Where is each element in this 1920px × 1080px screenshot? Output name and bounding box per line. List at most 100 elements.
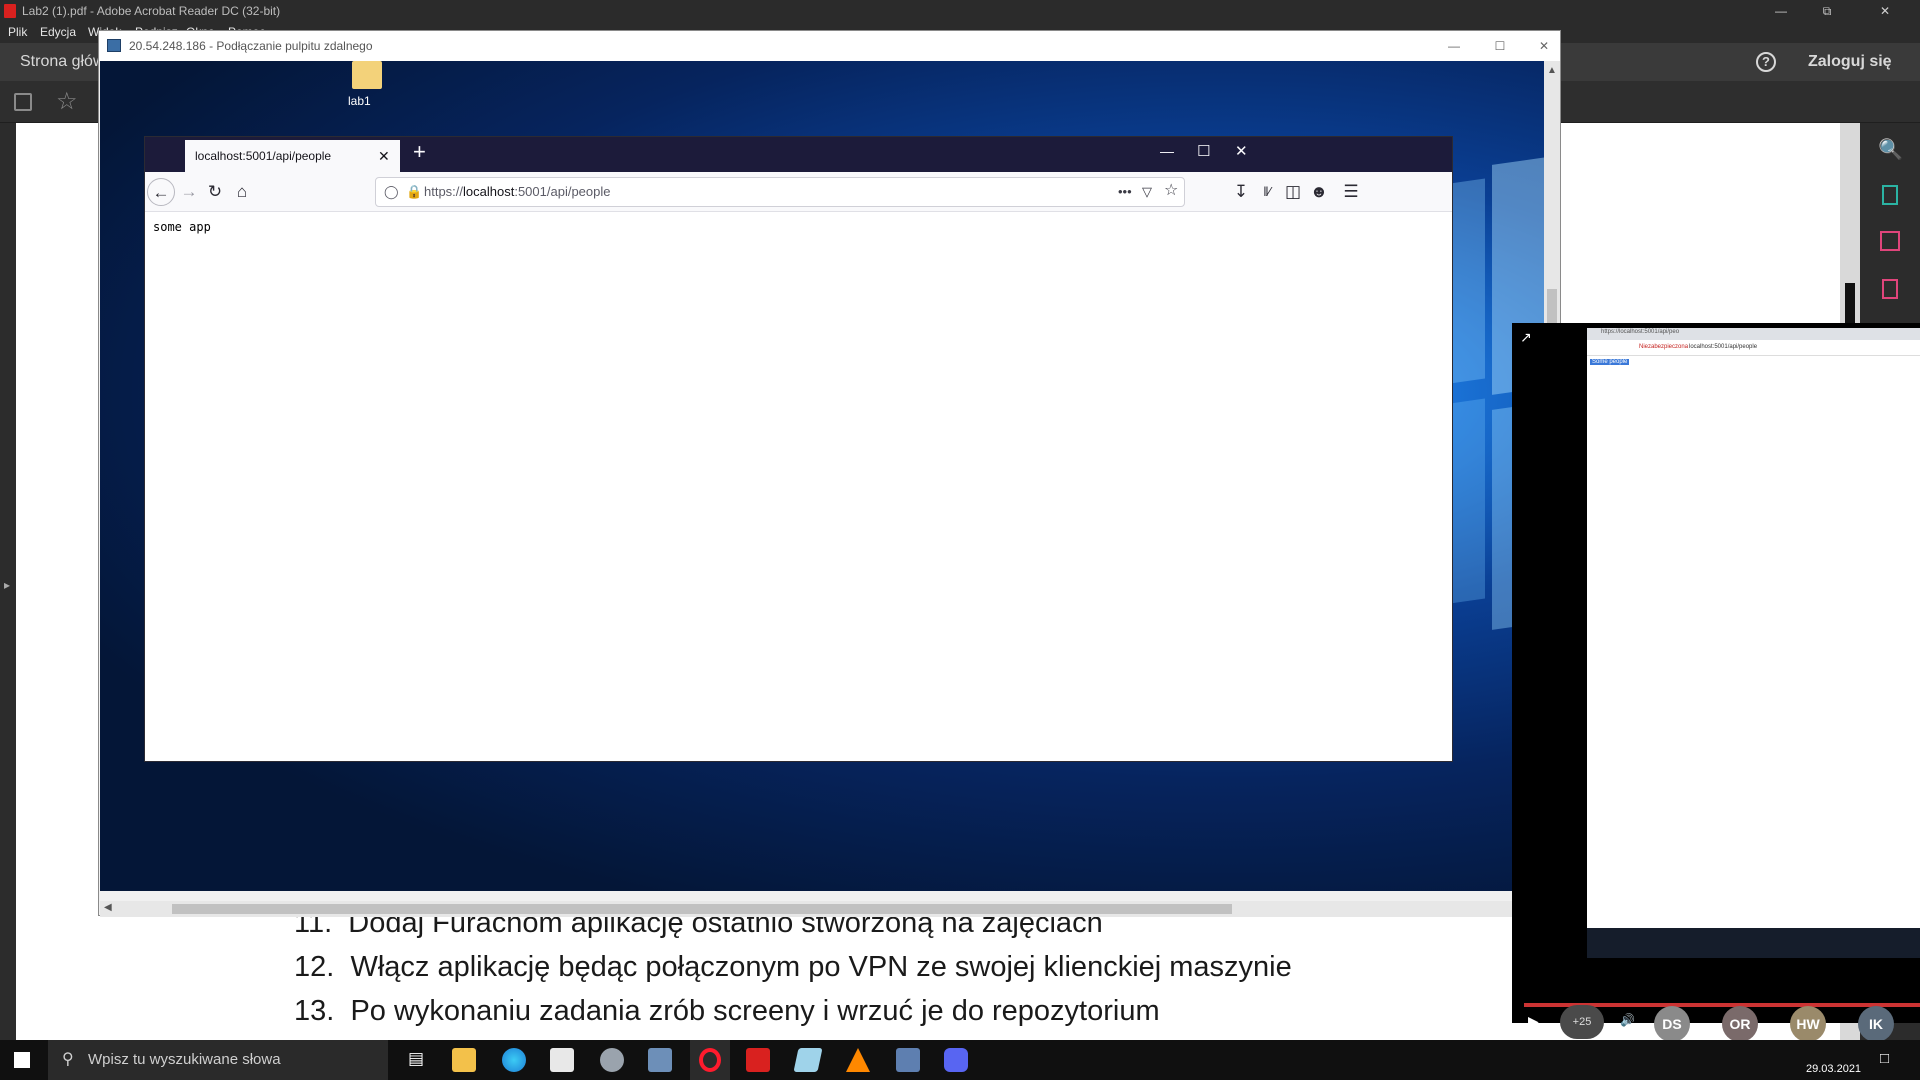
windows-logo-pane xyxy=(1450,178,1485,384)
more-actions-icon[interactable]: ••• xyxy=(1118,178,1132,206)
rdp-hscroll-thumb[interactable] xyxy=(172,904,1232,914)
rdp-title: 20.54.248.186 - Podłączanie pulpitu zdal… xyxy=(129,39,373,53)
folder-icon[interactable] xyxy=(352,61,382,89)
task-view-icon[interactable]: ▤ xyxy=(408,1049,424,1069)
play-icon[interactable]: ▶ xyxy=(1528,1013,1539,1030)
back-icon[interactable]: ← xyxy=(147,178,175,206)
reload-icon[interactable]: ↻ xyxy=(201,178,229,206)
more-participants[interactable]: +25 xyxy=(1560,1005,1604,1039)
windows-taskbar: ⚲ Wpisz tu wyszukiwane słowa ▤ 29.03.202… xyxy=(0,1040,1920,1080)
firefox-window: localhost:5001/api/people ✕ + — ☐ ✕ ← → … xyxy=(145,137,1452,761)
pdf-list-item-13: 13. Po wykonaniu zadania zrób screeny i … xyxy=(294,995,1160,1027)
ff-maximize-icon[interactable]: ☐ xyxy=(1197,142,1210,160)
menu-item-edit[interactable]: Edycja xyxy=(40,22,76,43)
lock-warning-icon[interactable]: 🔒 xyxy=(406,178,422,206)
search-box[interactable]: ⚲ Wpisz tu wyszukiwane słowa xyxy=(48,1040,388,1080)
mini-selected-text: Some people xyxy=(1590,359,1630,365)
shield-app-icon[interactable] xyxy=(600,1048,624,1072)
remote-desktop: lab1 localhost:5001/api/people ✕ + — ☐ ✕… xyxy=(100,61,1544,891)
firefox-tab-bar: localhost:5001/api/people ✕ + — ☐ ✕ xyxy=(145,137,1452,172)
vlc-icon[interactable] xyxy=(846,1048,870,1072)
left-panel-toggle[interactable]: ▸ xyxy=(0,123,16,1040)
avatar[interactable]: HW xyxy=(1790,1006,1826,1042)
firefox-navbar: ← → ↻ ⌂ ◯ 🔒 https://localhost:5001/api/p… xyxy=(145,172,1452,212)
notifications-icon[interactable]: □ xyxy=(1880,1050,1889,1067)
opera-taskbar-item[interactable] xyxy=(690,1040,730,1080)
rdp-horizontal-scrollbar[interactable]: ◀ xyxy=(100,901,1544,917)
url-bar[interactable]: ◯ 🔒 https://localhost:5001/api/people ••… xyxy=(375,177,1185,207)
save-icon[interactable] xyxy=(14,93,32,111)
scroll-up-icon[interactable]: ▲ xyxy=(1547,65,1557,76)
help-icon[interactable]: ? xyxy=(1756,52,1776,72)
notepad-app-icon[interactable] xyxy=(793,1048,823,1072)
windows-logo-pane xyxy=(1450,398,1485,604)
bookmark-star-icon[interactable]: ☆ xyxy=(1164,177,1178,205)
browser-tab[interactable]: localhost:5001/api/people ✕ xyxy=(185,140,400,172)
avatar[interactable]: OR xyxy=(1722,1006,1758,1042)
mini-url-bar: Niezabezpieczona localhost:5001/api/peop… xyxy=(1587,340,1920,356)
shield-icon[interactable]: ◯ xyxy=(384,178,399,206)
response-text: some app xyxy=(153,220,211,234)
mini-tab-bar: https://localhost:5001/api/peo xyxy=(1587,328,1920,340)
store-icon[interactable] xyxy=(550,1048,574,1072)
rdp-maximize-icon[interactable]: ☐ xyxy=(1485,31,1515,61)
avatar[interactable]: DS xyxy=(1654,1006,1690,1042)
acrobat-title: Lab2 (1).pdf - Adobe Acrobat Reader DC (… xyxy=(22,4,281,18)
volume-icon[interactable]: 🔊 xyxy=(1620,1013,1635,1027)
rdp-app-icon xyxy=(107,39,121,52)
file-explorer-icon[interactable] xyxy=(452,1048,476,1072)
remote-desktop-icon[interactable] xyxy=(648,1048,672,1072)
desktop-icon-label[interactable]: lab1 xyxy=(348,94,371,108)
mini-url: localhost:5001/api/people xyxy=(1689,344,1758,350)
rdp-title-bar: 20.54.248.186 - Podłączanie pulpitu zdal… xyxy=(99,31,1560,61)
pocket-icon[interactable]: ▽ xyxy=(1142,178,1152,206)
tab-home[interactable]: Strona głów xyxy=(20,43,105,81)
acrobat-title-bar: Lab2 (1).pdf - Adobe Acrobat Reader DC (… xyxy=(0,0,1920,22)
sidebar-icon[interactable]: ◫ xyxy=(1279,178,1307,206)
mini-tab-title: https://localhost:5001/api/peo xyxy=(1601,329,1680,335)
avatar[interactable]: IK xyxy=(1858,1006,1894,1042)
menu-item-file[interactable]: Plik xyxy=(8,22,27,43)
library-icon[interactable]: ‖⁄ xyxy=(1253,178,1281,206)
ff-close-icon[interactable]: ✕ xyxy=(1235,142,1248,160)
rdp-taskbar-icon[interactable] xyxy=(896,1048,920,1072)
downloads-icon[interactable]: ↧ xyxy=(1227,178,1255,206)
remote-desktop-window: 20.54.248.186 - Podłączanie pulpitu zdal… xyxy=(98,30,1561,917)
restore-icon[interactable]: ⧉ xyxy=(1804,0,1850,22)
shared-screen: https://localhost:5001/api/peo Niezabezp… xyxy=(1587,328,1920,958)
close-icon[interactable]: ✕ xyxy=(1850,0,1920,22)
rdp-close-icon[interactable]: ✕ xyxy=(1529,31,1559,61)
sign-in-button[interactable]: Zaloguj się xyxy=(1808,43,1892,81)
minimize-icon[interactable]: — xyxy=(1758,0,1804,22)
pdf-app-icon xyxy=(4,4,16,18)
meeting-overlay: ↗ https://localhost:5001/api/peo Niezabe… xyxy=(1512,323,1920,1042)
export-pdf-icon[interactable] xyxy=(1882,185,1898,205)
discord-icon[interactable] xyxy=(944,1048,968,1072)
new-tab-icon[interactable]: + xyxy=(413,139,426,165)
url-text[interactable]: https://localhost:5001/api/people xyxy=(424,178,611,206)
home-icon[interactable]: ⌂ xyxy=(228,178,256,206)
organize-pages-icon[interactable] xyxy=(1880,231,1900,251)
rdp-minimize-icon[interactable]: — xyxy=(1439,31,1469,61)
pop-out-icon[interactable]: ↗ xyxy=(1520,329,1532,346)
tab-close-icon[interactable]: ✕ xyxy=(378,140,390,172)
forward-icon[interactable]: → xyxy=(175,178,203,206)
acrobat-icon[interactable] xyxy=(746,1048,770,1072)
page-content: some app xyxy=(145,212,1452,761)
expand-arrow-icon[interactable]: ▸ xyxy=(4,578,10,592)
ff-minimize-icon[interactable]: — xyxy=(1160,143,1174,159)
zoom-icon[interactable]: 🔍 xyxy=(1878,137,1903,162)
clock-date[interactable]: 29.03.2021 xyxy=(1806,1063,1861,1075)
opera-icon xyxy=(699,1048,721,1072)
start-icon[interactable] xyxy=(14,1052,30,1068)
scroll-left-icon[interactable]: ◀ xyxy=(104,902,112,913)
menu-icon[interactable]: ☰ xyxy=(1337,178,1365,206)
edge-icon[interactable] xyxy=(502,1048,526,1072)
mini-warning: Niezabezpieczona xyxy=(1639,344,1689,350)
star-icon[interactable]: ☆ xyxy=(56,87,78,116)
tab-title: localhost:5001/api/people xyxy=(195,149,332,163)
search-placeholder: Wpisz tu wyszukiwane słowa xyxy=(88,1051,281,1068)
search-icon: ⚲ xyxy=(62,1051,74,1068)
account-icon[interactable]: ☻ xyxy=(1305,178,1333,206)
edit-pdf-icon[interactable] xyxy=(1882,279,1898,299)
